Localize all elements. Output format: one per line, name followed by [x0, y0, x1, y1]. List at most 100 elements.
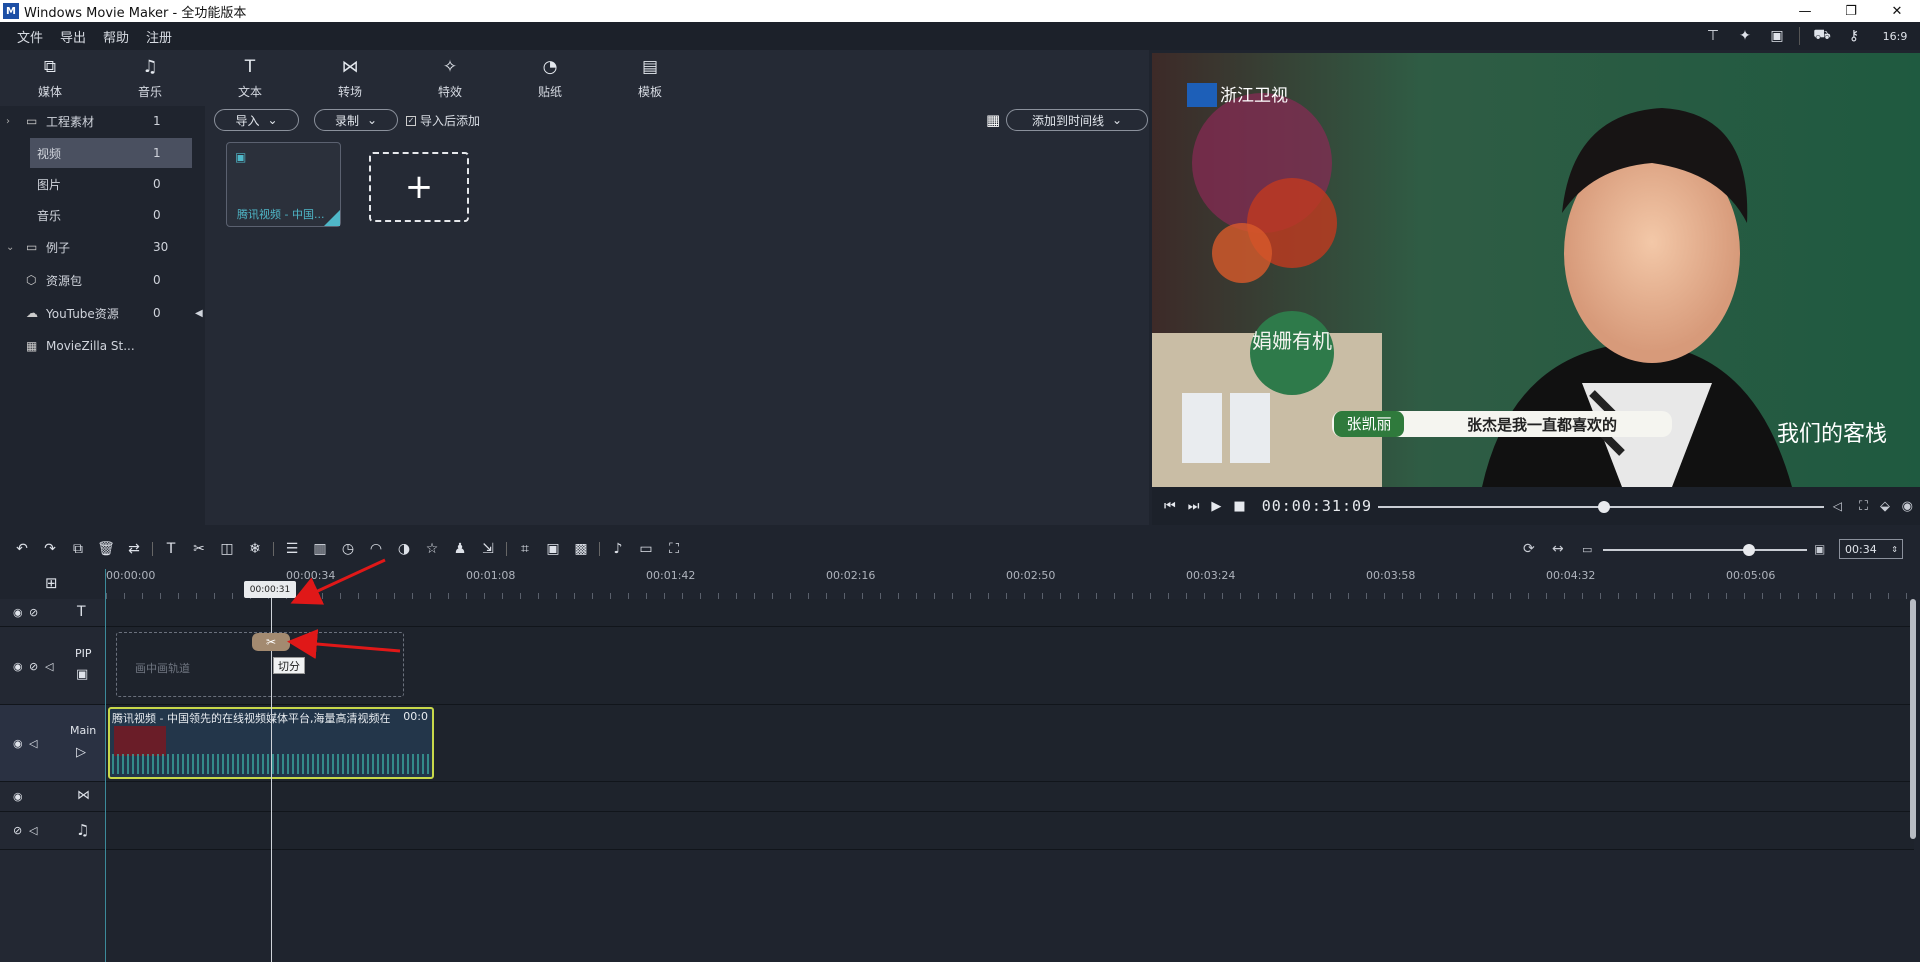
tool-effects[interactable]: ✧ 特效: [400, 50, 500, 106]
sparkle-icon[interactable]: ✦: [1729, 28, 1761, 44]
text-track[interactable]: [106, 599, 1914, 627]
split-icon[interactable]: ◫: [213, 541, 241, 557]
add-track-icon[interactable]: ⊞: [45, 574, 58, 592]
adjust-icon[interactable]: ☰: [278, 541, 306, 557]
record-screen-icon[interactable]: ▭: [632, 541, 660, 557]
fit-width-icon[interactable]: ↔: [1552, 541, 1564, 557]
auto-add-checkbox[interactable]: ✓ 导入后添加: [406, 112, 480, 129]
zoom-out-icon[interactable]: ▭: [1582, 543, 1592, 556]
grid-view-icon[interactable]: ▦: [986, 111, 1000, 129]
menu-file[interactable]: 文件: [17, 27, 43, 46]
mosaic-icon[interactable]: ▩: [567, 541, 595, 557]
timeline-ruler[interactable]: 00:00:00 00:00:34 00:01:08 00:01:42 00:0…: [106, 569, 1920, 599]
tool-text[interactable]: T 文本: [200, 50, 300, 106]
play-icon[interactable]: ▶: [1211, 499, 1221, 514]
zoom-slider[interactable]: [1603, 544, 1807, 556]
speaker-icon[interactable]: ◁: [29, 737, 37, 750]
close-button[interactable]: ✕: [1874, 0, 1920, 22]
speed-icon[interactable]: ◠: [362, 541, 390, 557]
volume-icon[interactable]: ◁: [1833, 499, 1842, 513]
sidebar-item-music[interactable]: 音乐 0: [0, 200, 205, 230]
camera-icon[interactable]: ◉: [1902, 499, 1913, 514]
eye-icon[interactable]: ◉: [13, 737, 23, 750]
sidebar-item-video[interactable]: 视频 1: [30, 138, 192, 168]
eye-icon[interactable]: ◉: [13, 606, 23, 619]
eye-icon[interactable]: ◉: [13, 660, 23, 673]
snapshot-icon[interactable]: ⛶: [660, 541, 688, 557]
replace-icon[interactable]: ⇄: [120, 541, 148, 557]
undo-icon[interactable]: ↶: [8, 541, 36, 557]
tool-transition[interactable]: ⋈ 转场: [300, 50, 400, 106]
stepper-icon[interactable]: ⇕: [1891, 545, 1898, 554]
sidebar-item-image[interactable]: 图片 0: [0, 169, 205, 199]
fullscreen-icon[interactable]: ⛶: [1859, 499, 1868, 514]
redo-icon[interactable]: ↷: [36, 541, 64, 557]
timeline-scrollbar[interactable]: [1910, 599, 1916, 839]
add-to-timeline-button[interactable]: 添加到时间线 ⌄: [1006, 109, 1148, 131]
sidebar-item-moviezilla[interactable]: ▦ MovieZilla St...: [0, 331, 205, 361]
copy-icon[interactable]: ⧉: [64, 541, 92, 557]
playhead-time[interactable]: 00:00:31: [244, 581, 296, 598]
tool-template[interactable]: ▤ 模板: [600, 50, 700, 106]
freeze-icon[interactable]: ❄: [241, 541, 269, 557]
zoom-in-icon[interactable]: ▣: [1814, 542, 1825, 556]
cart-icon[interactable]: ⛟: [1806, 27, 1838, 45]
link-icon[interactable]: ⊘: [29, 606, 38, 619]
split-button[interactable]: ✂: [252, 633, 290, 651]
link-icon[interactable]: ⊘: [13, 824, 22, 837]
import-dropdown[interactable]: 导入 ⌄: [214, 109, 299, 131]
pin-icon[interactable]: ⊤: [1697, 28, 1729, 44]
tool-media[interactable]: ⧉ 媒体: [0, 50, 100, 106]
menu-export[interactable]: 导出: [60, 27, 86, 46]
menu-help[interactable]: 帮助: [103, 27, 129, 46]
playback-progress[interactable]: [1378, 501, 1824, 513]
eye-icon[interactable]: ◉: [13, 790, 23, 803]
scissors-icon[interactable]: ✂: [185, 541, 213, 557]
video-preview[interactable]: 娟姗有机 浙江卫视 张凯丽 张杰是我一直都喜欢的 我们的客栈: [1152, 53, 1920, 487]
sidebar-item-examples[interactable]: ⌄ ▭ 例子 30: [0, 232, 205, 262]
record-dropdown[interactable]: 录制 ⌄: [314, 109, 398, 131]
sidebar-item-project[interactable]: › ▭ 工程素材 1: [0, 106, 205, 136]
sidebar-item-youtube[interactable]: ☁ YouTube资源 0 ◀: [0, 298, 205, 328]
tool-sticker[interactable]: ◔ 贴纸: [500, 50, 600, 106]
add-media-button[interactable]: +: [369, 152, 469, 222]
transition-track[interactable]: [106, 782, 1914, 812]
step-forward-icon[interactable]: ⏭: [1188, 499, 1200, 514]
sidebar-item-resource-pack[interactable]: ⬡ 资源包 0: [0, 265, 205, 295]
playhead[interactable]: [271, 597, 272, 962]
delete-icon[interactable]: 🗑: [92, 541, 120, 557]
stop-icon[interactable]: ■: [1233, 499, 1245, 514]
text-tool-icon[interactable]: T: [157, 541, 185, 557]
key-icon[interactable]: ⚷: [1838, 28, 1870, 44]
columns-icon[interactable]: ▥: [306, 541, 334, 557]
clock-icon[interactable]: ◷: [334, 541, 362, 557]
menu-register[interactable]: 注册: [146, 27, 172, 46]
skip-back-icon[interactable]: ⏮: [1164, 499, 1176, 514]
collapse-arrow-icon[interactable]: ◀: [195, 308, 203, 319]
media-item-video[interactable]: ▣ 腾讯视频 - 中国...: [226, 142, 341, 227]
export-clip-icon[interactable]: ⇲: [474, 541, 502, 557]
speaker-icon[interactable]: ◁: [29, 824, 37, 837]
microphone-icon[interactable]: ♪: [604, 541, 632, 557]
progress-knob[interactable]: [1598, 501, 1610, 513]
refresh-icon[interactable]: ⟳: [1523, 541, 1535, 557]
zoom-knob[interactable]: [1743, 544, 1755, 556]
person-icon[interactable]: ♟: [446, 541, 474, 557]
tool-music[interactable]: ♫ 音乐: [100, 50, 200, 106]
paint-bucket-icon[interactable]: ⬙: [1880, 499, 1890, 514]
star-icon[interactable]: ☆: [418, 541, 446, 557]
zoom-input[interactable]: 00:34 ⇕: [1839, 539, 1903, 559]
speaker-icon[interactable]: ◁: [45, 660, 53, 673]
aspect-ratio-icon[interactable]: 16:9: [1870, 30, 1920, 43]
save-icon[interactable]: ▣: [1761, 28, 1793, 44]
minimize-button[interactable]: —: [1782, 0, 1828, 22]
maximize-button[interactable]: ❐: [1828, 0, 1874, 22]
color-icon[interactable]: ◑: [390, 541, 418, 557]
link-icon[interactable]: ⊘: [29, 660, 38, 673]
pip-icon[interactable]: ▣: [539, 541, 567, 557]
name-tag: 张凯丽: [1346, 415, 1391, 433]
crop-icon[interactable]: ⌗: [511, 541, 539, 557]
audio-track[interactable]: [106, 812, 1914, 850]
pip-track[interactable]: 画中画轨道: [106, 627, 1914, 705]
transition-track-header: ◉ ⋈: [0, 782, 106, 812]
